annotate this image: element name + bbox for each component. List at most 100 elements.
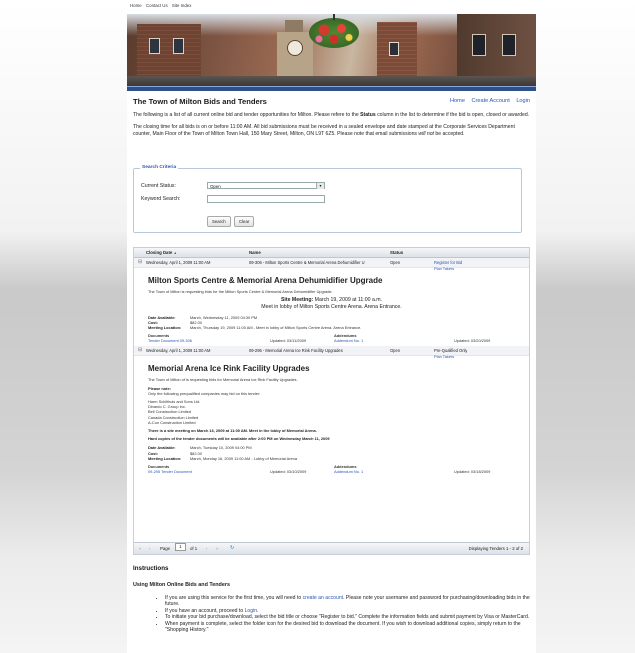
site-meeting-line: Site Meeting: March 19, 2009 at 11:00 a.… (148, 297, 515, 304)
addendum-link[interactable]: Addendum No. 1 (334, 469, 363, 474)
instructions-heading: Instructions (133, 565, 169, 572)
search-button[interactable]: Search (207, 216, 231, 227)
site-meeting-note: There is a site meeting on March 16, 200… (148, 428, 317, 434)
addendum-link[interactable]: Addendum No. 1 (334, 338, 363, 343)
closing-date-header-label: Closing Date (146, 250, 173, 255)
hard-copies-note: Hard copies of the tender documents will… (148, 436, 330, 442)
status-emphasis: Status (360, 112, 376, 118)
last-page-icon[interactable]: » (216, 543, 218, 554)
site-meeting-where: Meet in lobby of Milton Sports Centre Ar… (261, 304, 402, 310)
instructions-section: Instructions Using Milton Online Bids an… (133, 565, 530, 653)
meeting-location-value: March, Monday 16, 2009 11:00 AM - Lobby … (190, 455, 297, 461)
tender-description: The Town of Milton is requesting bids fo… (148, 289, 333, 294)
grid-pager: « ‹ Page 1 of 1 › » ↻ Displaying Tenders… (134, 542, 529, 554)
paging-summary: Displaying Tenders 1 - 2 of 2 (468, 546, 523, 551)
next-page-icon[interactable]: › (206, 543, 207, 554)
search-criteria-panel: Search Criteria Current Status: Open ▾ Ke… (133, 165, 522, 233)
instructions-subheading: Using Milton Online Bids and Tenders (133, 582, 230, 588)
tender-row[interactable]: ⊟ Wednesday, April 1, 2009 11:00 AM 09-3… (134, 258, 529, 268)
column-header-closing-date[interactable]: Closing Date ▲ (146, 248, 177, 258)
page-of-label: of 1 (190, 546, 198, 551)
meeting-location-row: Meeting Location: March, Monday 16, 2009 … (148, 456, 515, 461)
addendum-updated: Updated: 03/20/2009 (454, 338, 491, 344)
intro2-text-end: be accepted. (433, 131, 465, 138)
addendum-updated: Updated: 03/18/2009 (454, 469, 491, 475)
company-list: Harm Schilthuis and Sons Ltd. Dinardo C.… (148, 399, 515, 425)
topnav-home-link[interactable]: Home (130, 3, 142, 8)
intro-paragraph-2: The closing time for all bids is on or b… (133, 124, 530, 138)
page-number-value: 1 (175, 543, 186, 551)
document-updated: Updated: 03/10/2009 (270, 469, 307, 475)
create-account-link[interactable]: Create Account (472, 98, 510, 104)
prequalified-intro: Only the following prequalified companie… (148, 390, 261, 396)
login-link[interactable]: Login (516, 98, 530, 104)
tender-closing-date: Wednesday, April 1, 2009 11:00 AM (146, 260, 211, 265)
company-item: A-Con Construction Limited (148, 419, 196, 425)
tender-row[interactable]: ⊟ Wednesday, April 1, 2009 11:00 AM 09-2… (134, 346, 529, 357)
page-intro: The Town of Milton Bids and Tenders Home… (133, 97, 530, 163)
site-meeting-label: Site Meeting: (280, 297, 314, 304)
list-item: If you have an account, proceed to Login… (165, 608, 530, 614)
documents-row: Documents Tender Document 09-306 Updated… (148, 333, 515, 344)
search-criteria-legend: Search Criteria (140, 165, 179, 170)
tenders-grid: Closing Date ▲ Name Status ⊟ Wednesday, … (133, 247, 530, 555)
tender-description: The Town of Milton of is requesting bids… (148, 377, 298, 383)
instructions-list: If you are using this service for the fi… (133, 595, 530, 633)
chevron-down-icon[interactable]: ▾ (316, 183, 324, 189)
list-item: To initiate your bid purchase/download, … (165, 614, 530, 620)
login-inline-link[interactable]: Login (245, 608, 257, 614)
column-header-status[interactable]: Status (390, 248, 403, 257)
meeting-location-label: Meeting Location: (148, 455, 182, 461)
tender-document-link[interactable]: Tender Document 09-306 (148, 338, 192, 343)
page-label: Page (160, 546, 171, 551)
collapse-row-icon[interactable]: ⊟ (138, 258, 143, 267)
status-select-value: Open (210, 184, 221, 189)
column-header-name[interactable]: Name (249, 248, 261, 257)
topnav-contact-link[interactable]: Contact Us (146, 3, 168, 8)
account-links: Home Create Account Login (445, 98, 530, 104)
home-link[interactable]: Home (450, 98, 465, 104)
tender-detail: Plan Takers Milton Sports Centre & Memor… (134, 266, 529, 346)
list-item: If you are using this service for the fi… (165, 595, 530, 607)
instruction-text: . (257, 607, 259, 614)
clear-button[interactable]: Clear (234, 216, 255, 227)
tender-name[interactable]: 09-295 - Memorial Arena Ice Rink Facilit… (249, 346, 387, 355)
tender-document-link[interactable]: 09-295 Tender Document (148, 469, 192, 474)
tender-title: Memorial Arena Ice Rink Facility Upgrade… (148, 364, 310, 374)
status-label: Current Status: (141, 183, 176, 189)
will-not-emphasis: will not (418, 131, 434, 138)
create-an-account-link[interactable]: create an account (303, 595, 344, 601)
documents-row: Documents 09-295 Tender Document Updated… (148, 464, 515, 475)
previous-page-icon[interactable]: ‹ (149, 543, 150, 554)
meeting-location-label: Meeting Location: (148, 325, 182, 331)
refresh-icon[interactable]: ↻ (230, 543, 234, 554)
tender-detail: Plan Takers Memorial Arena Ice Rink Faci… (134, 354, 529, 477)
list-item: When payment is complete, select the fol… (165, 621, 530, 633)
site-meeting-when: March 19, 2009 at 11:00 a.m. (314, 297, 383, 304)
meeting-location-row: Meeting Location: March, Thursday 19, 200… (148, 325, 515, 330)
meeting-location-value: March, Thursday 19, 2009 11:00 AM - Meet… (190, 325, 362, 331)
instruction-text: If you are using this service for the fi… (165, 595, 303, 601)
topnav-siteindex-link[interactable]: Site Index (172, 3, 192, 8)
instruction-text: If you have an account, proceed to (165, 607, 245, 614)
status-select[interactable]: Open ▾ (207, 182, 325, 189)
sort-ascending-icon: ▲ (173, 251, 177, 255)
intro1-text-end: column in the list to determine if the b… (375, 112, 530, 118)
tender-closing-date: Wednesday, April 1, 2009 11:00 AM (146, 348, 211, 354)
header-banner-image (127, 14, 536, 86)
intro1-text: The following is a list of all current o… (133, 112, 361, 118)
header-accent-bar (127, 86, 536, 91)
plan-takers-link[interactable]: Plan Takers (434, 354, 454, 359)
page-column: Home Contact Us Site Index The Town of M… (127, 0, 536, 653)
tender-status: Open (390, 348, 401, 354)
tender-title: Milton Sports Centre & Memorial Arena De… (148, 276, 383, 285)
plan-takers-link[interactable]: Plan Takers (434, 266, 454, 271)
intro-paragraph-1: The following is a list of all current o… (133, 112, 530, 119)
tender-name[interactable]: 09-306 - Milton Sports Centre & Memorial… (249, 258, 387, 267)
keyword-search-input[interactable] (207, 195, 325, 203)
collapse-row-icon[interactable]: ⊟ (138, 346, 143, 355)
top-utility-nav: Home Contact Us Site Index (130, 3, 194, 8)
keyword-label: Keyword Search: (141, 196, 181, 202)
first-page-icon[interactable]: « (139, 543, 141, 554)
tender-status: Open (390, 260, 401, 265)
